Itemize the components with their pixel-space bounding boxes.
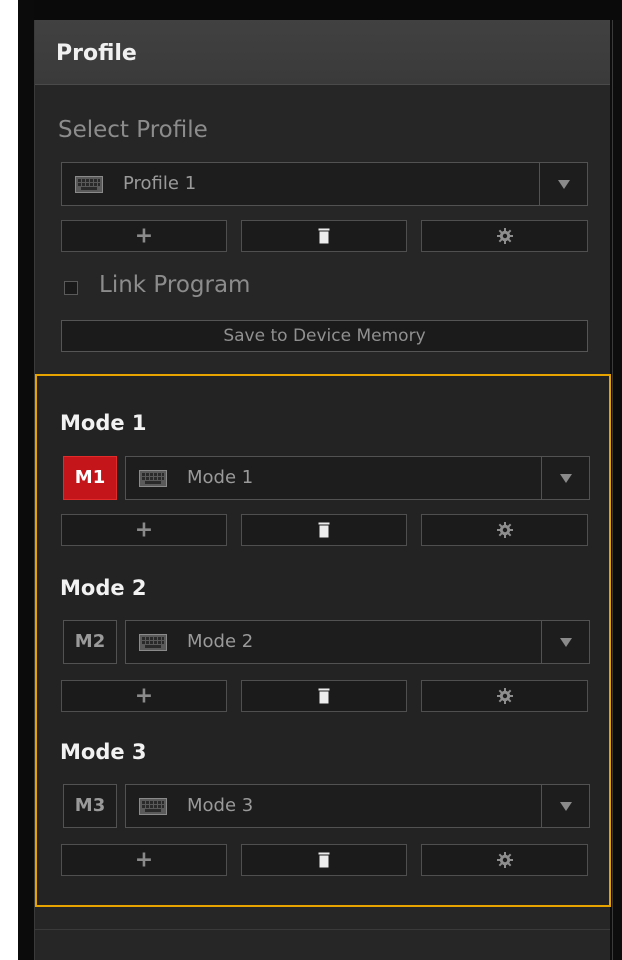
- modes-section: Mode 1 M1 Mode 1 + Mode 2 M2 Mode 2 + Mo…: [35, 374, 611, 907]
- mode-1-delete-button[interactable]: [241, 514, 407, 546]
- add-profile-button[interactable]: +: [61, 220, 227, 252]
- mode-3-title: Mode 3: [60, 740, 147, 764]
- left-edge: [18, 0, 34, 960]
- delete-profile-button[interactable]: [241, 220, 407, 252]
- mode-2-dropdown[interactable]: Mode 2: [125, 620, 590, 664]
- mode-1-settings-button[interactable]: [421, 514, 588, 546]
- top-bar: [18, 0, 622, 20]
- plus-icon: +: [134, 223, 154, 249]
- mode-2-badge[interactable]: M2: [63, 620, 117, 664]
- mode-1-badge[interactable]: M1: [63, 456, 117, 500]
- mode-3-badge[interactable]: M3: [63, 784, 117, 828]
- mode-3-delete-button[interactable]: [241, 844, 407, 876]
- gear-icon: [496, 228, 513, 244]
- triangle-down-icon: [560, 474, 572, 483]
- trash-icon: [318, 688, 330, 704]
- panel-header: Profile: [35, 20, 610, 85]
- keyboard-icon: [139, 470, 167, 487]
- trash-icon: [318, 522, 330, 538]
- mode-3-dropdown[interactable]: Mode 3: [125, 784, 590, 828]
- mode-2-title: Mode 2: [60, 576, 147, 600]
- gear-icon: [496, 522, 513, 538]
- gear-icon: [496, 852, 513, 868]
- keyboard-icon: [75, 176, 103, 193]
- triangle-down-icon: [560, 802, 572, 811]
- mode-1-add-button[interactable]: +: [61, 514, 227, 546]
- trash-icon: [318, 852, 330, 868]
- keyboard-icon: [139, 634, 167, 651]
- mode-2-add-button[interactable]: +: [61, 680, 227, 712]
- save-to-device-memory-button[interactable]: Save to Device Memory: [61, 320, 588, 352]
- mode-1-selected: Mode 1: [187, 467, 254, 488]
- mode-3-dropdown-toggle[interactable]: [541, 784, 590, 828]
- mode-3-add-button[interactable]: +: [61, 844, 227, 876]
- app-frame: Profile Select Profile Profile 1 + Link …: [0, 0, 622, 960]
- mode-1-title: Mode 1: [60, 411, 147, 435]
- plus-icon: +: [134, 847, 154, 873]
- mode-2-dropdown-toggle[interactable]: [541, 620, 590, 664]
- gear-icon: [496, 688, 513, 704]
- mode-2-selected: Mode 2: [187, 631, 254, 652]
- plus-icon: +: [134, 517, 154, 543]
- trash-icon: [318, 228, 330, 244]
- plus-icon: +: [134, 683, 154, 709]
- profile-panel: Profile Select Profile Profile 1 + Link …: [34, 20, 611, 960]
- selected-profile: Profile 1: [123, 173, 197, 194]
- profile-dropdown[interactable]: Profile 1: [61, 162, 588, 206]
- keyboard-icon: [139, 798, 167, 815]
- mode-1-dropdown-toggle[interactable]: [541, 456, 590, 500]
- mode-1-dropdown[interactable]: Mode 1: [125, 456, 590, 500]
- link-program-label: Link Program: [99, 272, 251, 298]
- mode-2-settings-button[interactable]: [421, 680, 588, 712]
- link-program-checkbox[interactable]: [64, 281, 78, 295]
- triangle-down-icon: [560, 638, 572, 647]
- panel-title: Profile: [56, 41, 137, 66]
- mode-2-delete-button[interactable]: [241, 680, 407, 712]
- profile-dropdown-toggle[interactable]: [539, 162, 588, 206]
- mode-3-settings-button[interactable]: [421, 844, 588, 876]
- triangle-down-icon: [558, 180, 570, 189]
- profile-settings-button[interactable]: [421, 220, 588, 252]
- right-divider: [612, 20, 613, 960]
- select-profile-label: Select Profile: [58, 117, 208, 143]
- mode-3-selected: Mode 3: [187, 795, 254, 816]
- panel-footer-divider: [35, 929, 610, 930]
